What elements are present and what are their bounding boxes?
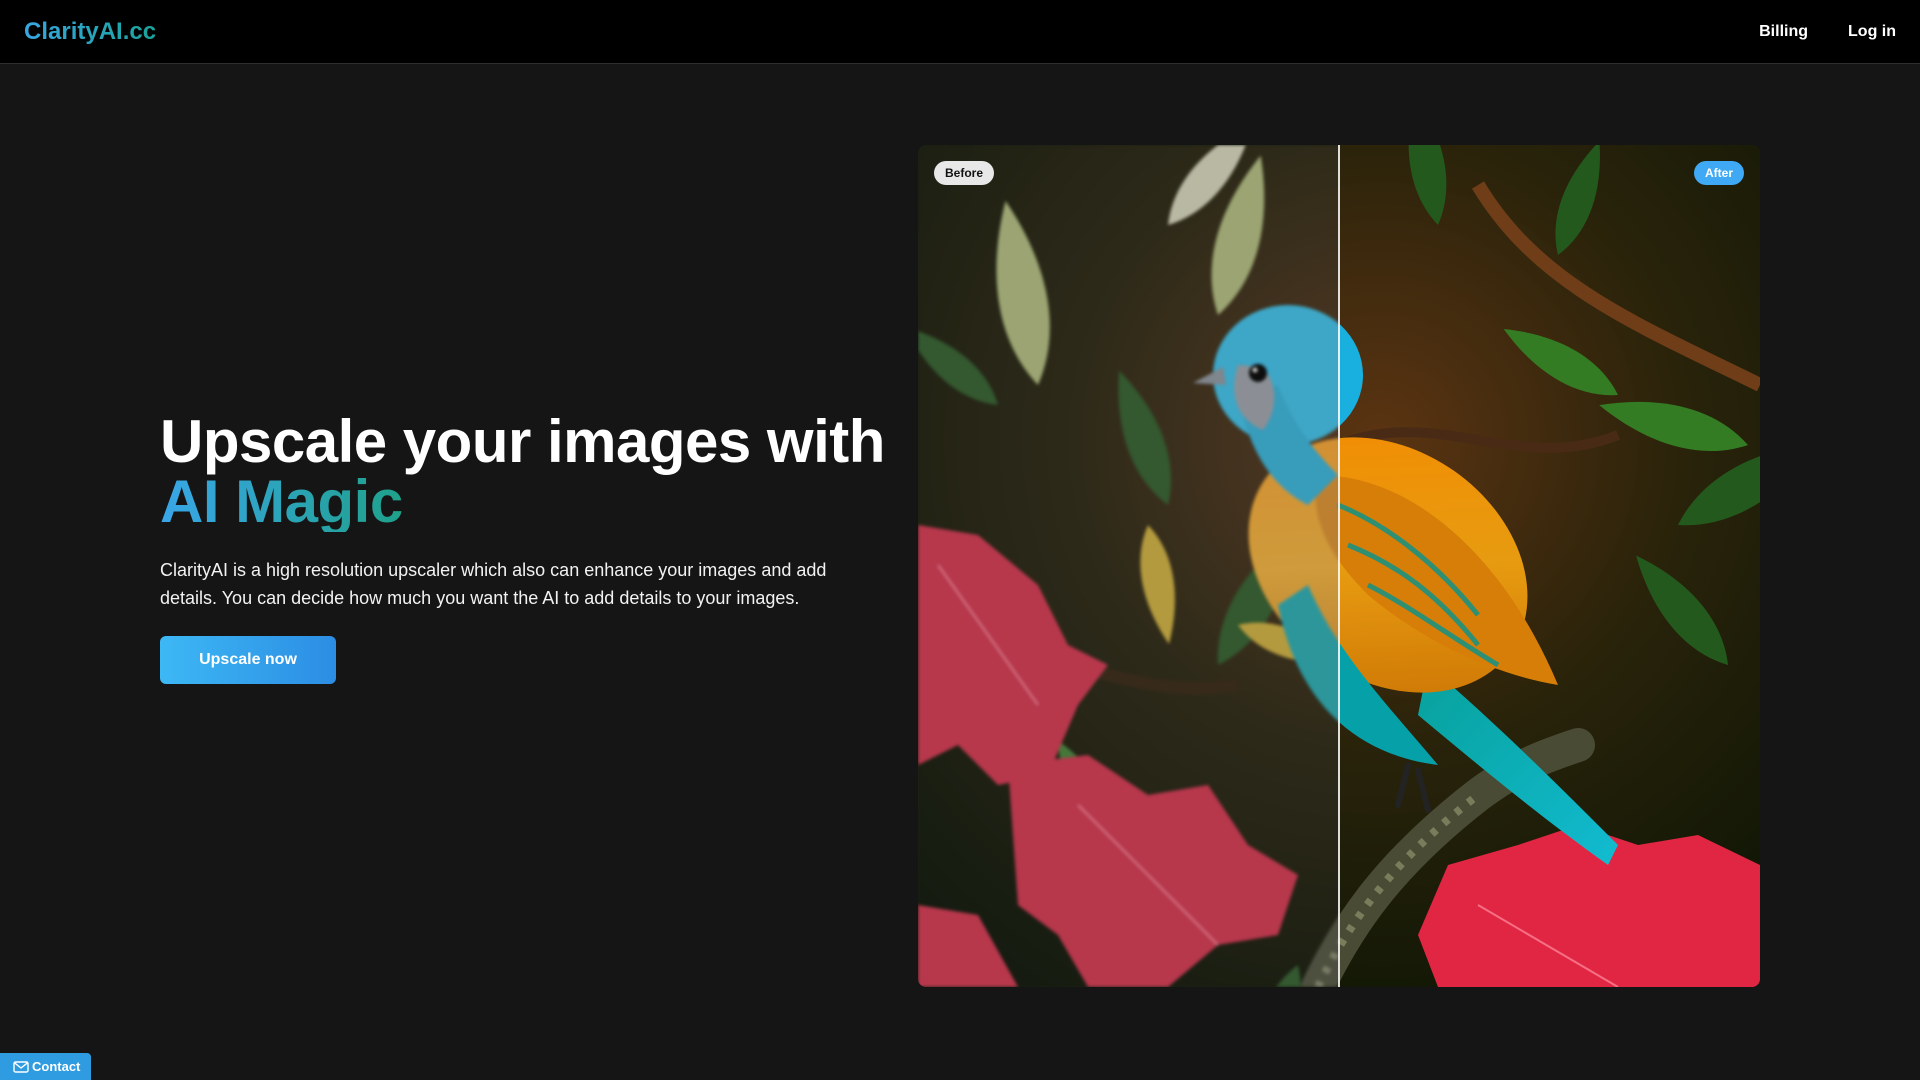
bird-scene-before: [918, 145, 1339, 987]
login-link[interactable]: Log in: [1848, 21, 1896, 43]
hero-title: Upscale your images with AI Magic: [160, 412, 885, 532]
hero-description: ClarityAI is a high resolution upscaler …: [160, 560, 827, 608]
logo[interactable]: ClarityAI.cc: [24, 17, 156, 47]
top-navbar: ClarityAI.cc Billing Log in: [0, 0, 1920, 64]
before-image: [918, 145, 1339, 987]
billing-link[interactable]: Billing: [1759, 21, 1808, 43]
before-after-slider[interactable]: Before After: [918, 145, 1760, 987]
contact-label: Contact: [32, 1059, 81, 1074]
hero-title-line1: Upscale your images with: [160, 408, 885, 475]
hero-title-highlight: AI Magic: [160, 468, 403, 535]
mail-icon: [13, 1060, 29, 1073]
slider-handle[interactable]: [1338, 145, 1340, 987]
after-badge: After: [1693, 161, 1744, 185]
nav-links: Billing Log in: [1759, 21, 1896, 43]
upscale-now-button[interactable]: Upscale now: [160, 636, 336, 684]
contact-button[interactable]: Contact: [0, 1053, 91, 1080]
bird-scene-after: [1339, 145, 1760, 987]
before-badge: Before: [934, 161, 995, 185]
after-image: [1339, 145, 1760, 987]
